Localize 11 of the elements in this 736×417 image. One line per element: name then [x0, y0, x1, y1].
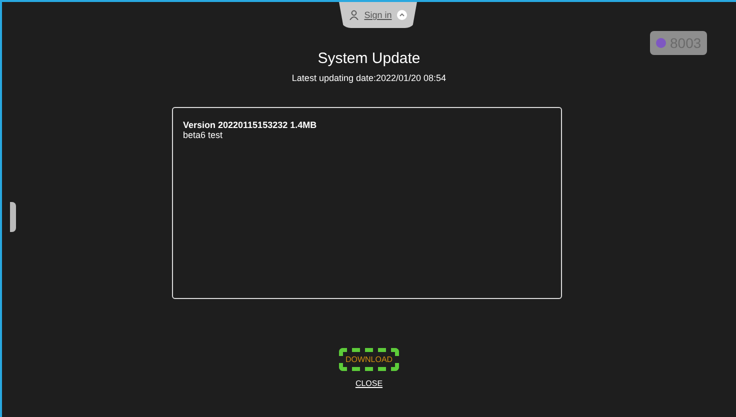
person-icon [349, 10, 360, 20]
chevron-up-icon[interactable] [396, 10, 407, 20]
sign-in-link[interactable]: Sign in [364, 10, 392, 20]
close-link[interactable]: CLOSE [355, 379, 383, 388]
side-handle[interactable] [10, 202, 16, 232]
version-info: Version 20220115153232 1.4MB [183, 120, 318, 130]
sign-in-tab[interactable]: Sign in [339, 2, 417, 28]
download-button[interactable]: DOWNLOAD [339, 348, 399, 371]
latest-update-date: Latest updating date:2022/01/20 08:54 [292, 73, 446, 83]
release-note: beta6 test [183, 130, 224, 140]
dialog-title: System Update [318, 50, 420, 67]
